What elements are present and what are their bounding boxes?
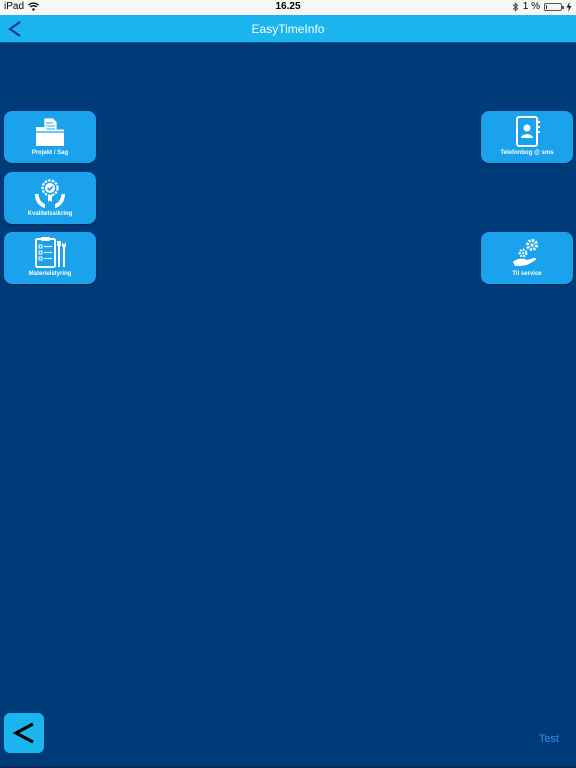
tile-label: Til service	[512, 271, 542, 277]
battery-fill	[546, 4, 547, 9]
battery-icon	[544, 2, 564, 11]
clock: 16.25	[275, 1, 301, 12]
nav-bar: EasyTimeInfo	[0, 15, 576, 43]
test-link[interactable]: Test	[539, 733, 559, 745]
contact-book-icon	[516, 116, 540, 147]
status-bar: iPad 16.25 1 %	[0, 0, 576, 15]
tile-projekt-sag[interactable]: Projekt / Sag	[4, 111, 96, 163]
status-right: 1 %	[512, 1, 572, 12]
bluetooth-icon	[512, 1, 518, 12]
charging-bolt-icon	[566, 1, 572, 12]
back-chevron-icon	[12, 722, 34, 744]
hand-gears-icon	[513, 239, 538, 266]
tile-label: Kvalitetssikring	[27, 211, 73, 217]
tile-kvalitetssikring[interactable]: Kvalitetssikring	[4, 172, 96, 224]
clipboard-tools-icon	[35, 237, 66, 268]
app-title: EasyTimeInfo	[251, 22, 325, 36]
tile-label: Projekt / Sag	[31, 150, 69, 156]
battery-percent: 1 %	[522, 1, 540, 12]
bottom-back-button[interactable]	[4, 713, 44, 753]
tile-label: Materielstyring	[28, 271, 72, 277]
tile-label: Telefonbog @ sms	[500, 150, 554, 156]
folder-documents-icon	[36, 117, 64, 146]
quality-badge-hands-icon	[35, 179, 65, 208]
tile-telefonbog-sms[interactable]: Telefonbog @ sms	[481, 111, 573, 163]
tile-materielstyring[interactable]: Materielstyring	[4, 232, 96, 284]
tile-til-service[interactable]: Til service	[481, 232, 573, 284]
